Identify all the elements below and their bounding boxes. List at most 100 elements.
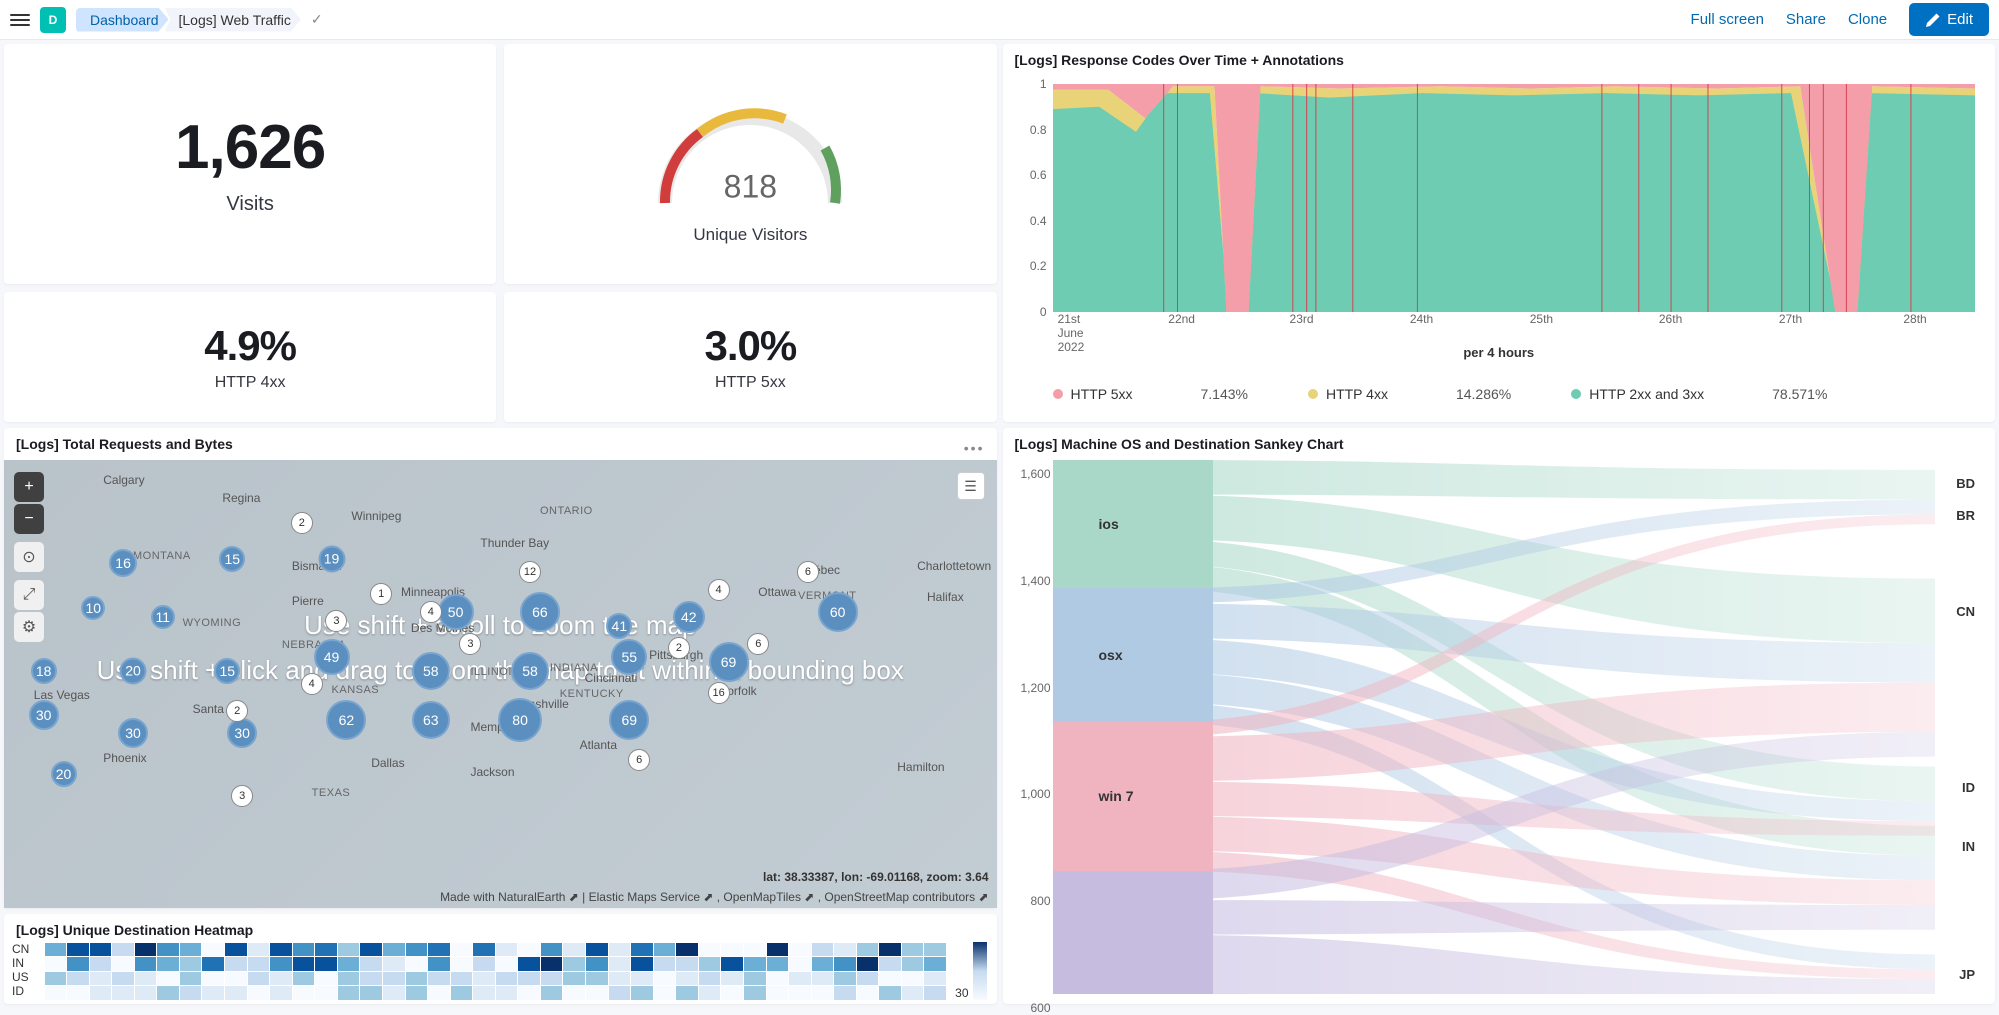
heat-cell[interactable] bbox=[857, 957, 879, 971]
heat-cell[interactable] bbox=[496, 943, 518, 957]
heat-cell[interactable] bbox=[315, 972, 337, 986]
heat-cell[interactable] bbox=[473, 972, 495, 986]
map-point[interactable]: 4 bbox=[301, 673, 323, 695]
heat-cell[interactable] bbox=[67, 972, 89, 986]
heat-cell[interactable] bbox=[496, 957, 518, 971]
map-point[interactable]: 3 bbox=[325, 610, 347, 632]
heat-cell[interactable] bbox=[789, 943, 811, 957]
heat-cell[interactable] bbox=[563, 957, 585, 971]
heat-cell[interactable] bbox=[338, 957, 360, 971]
heat-cell[interactable] bbox=[451, 972, 473, 986]
map-cluster[interactable]: 42 bbox=[673, 601, 705, 633]
heat-cell[interactable] bbox=[157, 972, 179, 986]
heat-cell[interactable] bbox=[879, 986, 901, 1000]
map-cluster[interactable]: 80 bbox=[498, 698, 542, 742]
heat-cell[interactable] bbox=[676, 986, 698, 1000]
heat-cell[interactable] bbox=[248, 972, 270, 986]
heat-cell[interactable] bbox=[812, 972, 834, 986]
map-point[interactable]: 4 bbox=[708, 579, 730, 601]
heat-cell[interactable] bbox=[924, 957, 946, 971]
heat-cell[interactable] bbox=[631, 986, 653, 1000]
heat-cell[interactable] bbox=[631, 957, 653, 971]
breadcrumb-current[interactable]: [Logs] Web Traffic bbox=[165, 8, 301, 32]
heat-cell[interactable] bbox=[586, 986, 608, 1000]
heat-cell[interactable] bbox=[45, 957, 67, 971]
sankey-source[interactable]: ios bbox=[1053, 460, 1213, 588]
heat-cell[interactable] bbox=[428, 943, 450, 957]
fullscreen-link[interactable]: Full screen bbox=[1691, 11, 1764, 28]
map-tools[interactable]: ⚙ bbox=[14, 612, 44, 642]
heat-cell[interactable] bbox=[293, 986, 315, 1000]
heat-cell[interactable] bbox=[609, 957, 631, 971]
heat-cell[interactable] bbox=[383, 957, 405, 971]
sankey-source[interactable] bbox=[1053, 871, 1213, 994]
heat-cell[interactable] bbox=[518, 972, 540, 986]
heat-cell[interactable] bbox=[135, 943, 157, 957]
heat-cell[interactable] bbox=[293, 957, 315, 971]
heat-cell[interactable] bbox=[315, 986, 337, 1000]
map-zoom-in[interactable]: + bbox=[14, 472, 44, 502]
heat-cell[interactable] bbox=[654, 957, 676, 971]
heat-cell[interactable] bbox=[541, 972, 563, 986]
heat-cell[interactable] bbox=[383, 972, 405, 986]
heat-cell[interactable] bbox=[135, 957, 157, 971]
heat-cell[interactable] bbox=[360, 943, 382, 957]
heat-cell[interactable] bbox=[90, 986, 112, 1000]
heat-cell[interactable] bbox=[744, 986, 766, 1000]
heat-cell[interactable] bbox=[631, 943, 653, 957]
heat-cell[interactable] bbox=[721, 986, 743, 1000]
map-cluster[interactable]: 20 bbox=[51, 761, 77, 787]
heat-cell[interactable] bbox=[202, 957, 224, 971]
heat-cell[interactable] bbox=[202, 943, 224, 957]
heat-cell[interactable] bbox=[812, 943, 834, 957]
heat-cell[interactable] bbox=[924, 972, 946, 986]
map-point[interactable]: 2 bbox=[226, 700, 248, 722]
heat-cell[interactable] bbox=[225, 943, 247, 957]
map-cluster[interactable]: 49 bbox=[314, 639, 350, 675]
sankey-target[interactable]: CN bbox=[1956, 604, 1975, 619]
heat-cell[interactable] bbox=[699, 986, 721, 1000]
heat-cell[interactable] bbox=[812, 986, 834, 1000]
heat-cell[interactable] bbox=[767, 957, 789, 971]
space-badge[interactable]: D bbox=[40, 7, 66, 33]
map-cluster[interactable]: 50 bbox=[438, 594, 474, 630]
heat-cell[interactable] bbox=[879, 957, 901, 971]
heat-cell[interactable] bbox=[180, 972, 202, 986]
heat-cell[interactable] bbox=[202, 972, 224, 986]
map-point[interactable]: 12 bbox=[519, 561, 541, 583]
heat-cell[interactable] bbox=[428, 957, 450, 971]
map-cluster[interactable]: 69 bbox=[609, 700, 649, 740]
map-point[interactable]: 2 bbox=[668, 637, 690, 659]
heat-cell[interactable] bbox=[902, 972, 924, 986]
heat-cell[interactable] bbox=[834, 957, 856, 971]
heat-cell[interactable] bbox=[451, 986, 473, 1000]
heat-cell[interactable] bbox=[563, 972, 585, 986]
heat-cell[interactable] bbox=[67, 986, 89, 1000]
heat-cell[interactable] bbox=[654, 972, 676, 986]
heat-cell[interactable] bbox=[360, 986, 382, 1000]
heat-cell[interactable] bbox=[135, 972, 157, 986]
heat-cell[interactable] bbox=[879, 972, 901, 986]
heat-cell[interactable] bbox=[902, 986, 924, 1000]
heat-cell[interactable] bbox=[90, 943, 112, 957]
heat-cell[interactable] bbox=[744, 957, 766, 971]
legend-item[interactable]: HTTP 4xx14.286% bbox=[1308, 386, 1511, 402]
edit-button[interactable]: Edit bbox=[1909, 3, 1989, 36]
heat-cell[interactable] bbox=[789, 986, 811, 1000]
heat-cell[interactable] bbox=[270, 972, 292, 986]
heat-cell[interactable] bbox=[248, 986, 270, 1000]
map-cluster[interactable]: 41 bbox=[606, 613, 632, 639]
heat-cell[interactable] bbox=[45, 943, 67, 957]
heat-cell[interactable] bbox=[541, 986, 563, 1000]
heat-cell[interactable] bbox=[360, 957, 382, 971]
heat-cell[interactable] bbox=[270, 957, 292, 971]
heat-cell[interactable] bbox=[135, 986, 157, 1000]
heat-cell[interactable] bbox=[157, 986, 179, 1000]
heat-cell[interactable] bbox=[90, 957, 112, 971]
heat-cell[interactable] bbox=[699, 972, 721, 986]
heat-cell[interactable] bbox=[744, 972, 766, 986]
heat-cell[interactable] bbox=[406, 986, 428, 1000]
map-cluster[interactable]: 16 bbox=[109, 549, 137, 577]
heat-cell[interactable] bbox=[518, 986, 540, 1000]
heat-cell[interactable] bbox=[902, 943, 924, 957]
